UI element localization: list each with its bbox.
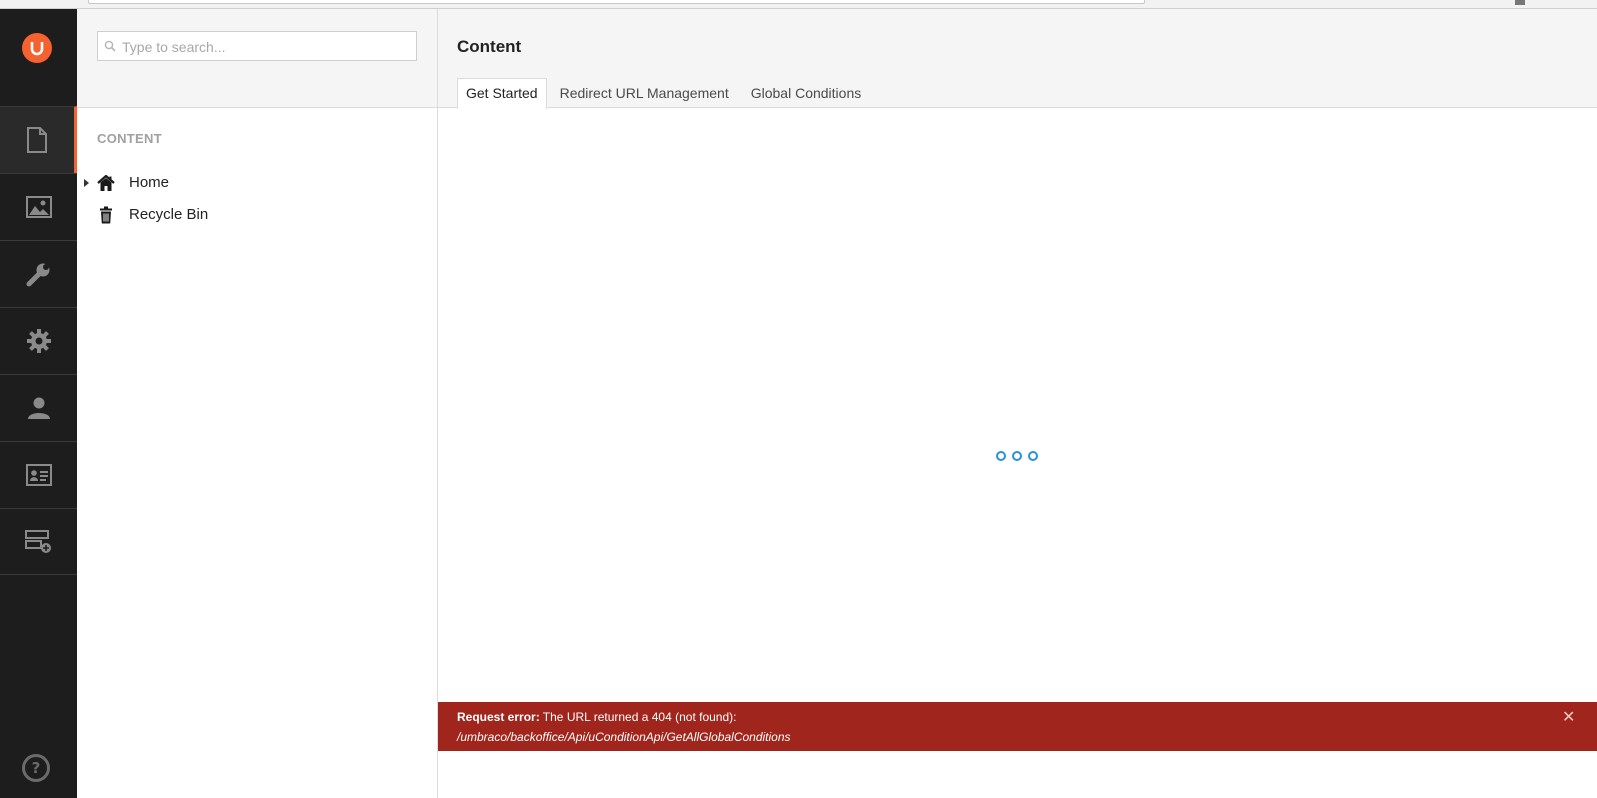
tab-get-started[interactable]: Get Started [457,78,547,109]
search-input[interactable] [122,37,412,57]
section-content[interactable] [0,106,77,173]
gear-icon [26,329,51,353]
image-icon [25,196,52,218]
tree-section-title: CONTENT [97,131,162,146]
dashboard-tabs: Get Started Redirect URL Management Glob… [457,78,874,109]
error-text: The URL returned a 404 (not found): [539,710,737,724]
umbraco-logo[interactable] [22,33,52,63]
form-add-icon [24,529,51,553]
loading-indicator [996,451,1038,461]
error-message: Request error: The URL returned a 404 (n… [457,710,736,724]
wrench-icon [26,263,49,287]
help-button[interactable]: ? [22,754,50,782]
id-card-icon [25,464,52,486]
main-content-area: Content Get Started Redirect URL Managem… [438,9,1597,798]
loader-dot [1028,451,1038,461]
expand-arrow-icon[interactable] [84,179,89,187]
main-header: Content Get Started Redirect URL Managem… [438,9,1597,109]
tree-item-label: Recycle Bin [129,206,209,223]
browser-toolbar-strip [0,0,1597,9]
error-notification: Request error: The URL returned a 404 (n… [438,702,1597,751]
section-developer[interactable] [0,307,77,374]
trash-icon [100,206,112,224]
user-icon [27,397,50,419]
browser-address-bar[interactable] [88,0,1145,4]
page-title: Content [457,37,522,56]
section-forms[interactable] [0,508,77,575]
tab-global-conditions[interactable]: Global Conditions [742,78,871,109]
search-icon [104,40,116,52]
section-settings[interactable] [0,240,77,307]
section-members[interactable] [0,441,77,508]
tree-item-label: Home [129,174,170,191]
home-icon [97,174,115,191]
close-icon[interactable]: ✕ [1562,707,1575,726]
tree-item-home[interactable]: Home [77,169,437,197]
section-navigation: ? [0,9,77,798]
error-url: /umbraco/backoffice/Api/uConditionApi/Ge… [457,730,791,744]
error-label: Request error: [457,710,540,724]
section-media[interactable] [0,173,77,240]
document-icon [27,127,47,153]
loader-dot [996,451,1006,461]
tree-item-recycle-bin[interactable]: Recycle Bin [77,201,437,229]
tree-header [77,9,437,108]
loader-dot [1012,451,1022,461]
tab-redirect-url-management[interactable]: Redirect URL Management [551,78,738,109]
umbraco-u-icon [30,42,44,56]
search-box[interactable] [97,31,417,61]
content-tree-panel: CONTENT Home Recycle Bin [77,9,438,798]
help-icon: ? [31,759,41,777]
section-users[interactable] [0,374,77,441]
browser-extension-icon[interactable] [1515,0,1525,5]
